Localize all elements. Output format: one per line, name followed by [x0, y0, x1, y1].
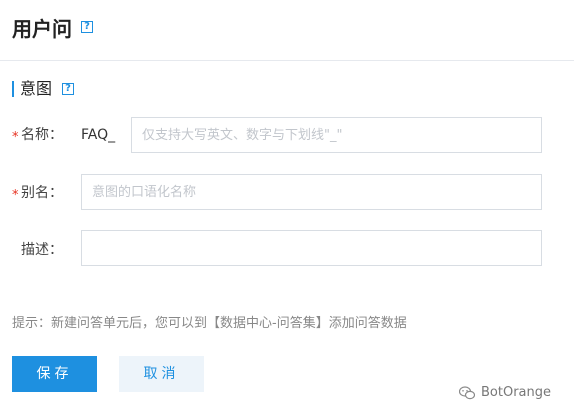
watermark-text: BotOrange [481, 385, 552, 400]
required-mark: * [12, 130, 19, 145]
question-icon[interactable]: ? [62, 83, 74, 95]
name-label: 名称： [21, 127, 63, 143]
alias-input[interactable] [81, 174, 542, 210]
save-button[interactable]: 保存 [12, 356, 97, 392]
name-prefix: FAQ_ [81, 127, 116, 143]
description-input[interactable] [81, 230, 542, 266]
cancel-button[interactable]: 取消 [119, 356, 204, 392]
name-input[interactable] [131, 117, 542, 153]
page-header: 用户问 ? [0, 0, 574, 61]
question-icon[interactable]: ? [81, 21, 93, 33]
alias-label: 别名： [21, 185, 63, 201]
section-title: 意图 [20, 79, 53, 98]
hint-text: 提示：新建问答单元后，您可以到【数据中心-问答集】添加问答数据 [12, 316, 407, 331]
description-label: 描述： [21, 242, 63, 258]
required-mark: * [12, 188, 19, 203]
wechat-icon [459, 386, 475, 400]
section-accent-bar [12, 81, 14, 97]
page-title: 用户问 [12, 17, 72, 41]
